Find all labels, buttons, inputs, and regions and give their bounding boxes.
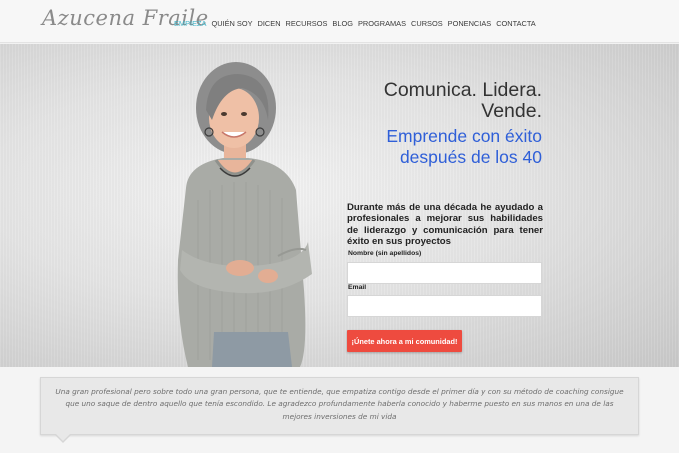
name-input[interactable] [347,262,542,284]
nav-item-cursos[interactable]: CURSOS [411,19,443,28]
nav-item-empieza[interactable]: EMPIEZA [174,19,206,28]
portrait-photo [177,62,312,367]
name-label: Nombre (sin apellidos) [348,250,422,257]
hero-section: Comunica. Lidera. Vende. Emprende con éx… [0,44,679,367]
nav-item-recursos[interactable]: RECURSOS [286,19,328,28]
nav-item-blog[interactable]: BLOG [332,19,353,28]
nav-item-programas[interactable]: PROGRAMAS [358,19,406,28]
site-header: Azucena Fraile EMPIEZA QUIÉN SOY DICEN R… [0,0,679,43]
testimonial-section: Una gran profesional pero sobre todo una… [0,367,679,453]
testimonial-box: Una gran profesional pero sobre todo una… [40,377,639,435]
headline-line-1: Comunica. Lidera. [383,79,542,101]
hero-background [0,44,679,367]
nav-item-ponencias[interactable]: PONENCIAS [448,19,492,28]
testimonial-quote: Una gran profesional pero sobre todo una… [55,387,624,421]
subhead-line-1: Emprende con éxito [386,126,542,146]
subhead-line-2: después de los 40 [399,147,542,167]
main-nav: EMPIEZA QUIÉN SOY DICEN RECURSOS BLOG PR… [174,19,536,28]
nav-item-contacta[interactable]: CONTACTA [496,19,536,28]
testimonial-pointer-fill [56,434,70,441]
headline-line-2: Vende. [481,100,542,122]
email-label: Email [348,284,367,291]
email-input[interactable] [347,295,542,317]
hero-headline: Comunica. Lidera. Vende. [384,80,542,122]
join-community-button[interactable]: ¡Únete ahora a mi comunidad! [347,330,462,352]
hero-subheadline: Emprende con éxito después de los 40 [386,126,542,168]
intro-text: Durante más de una década he ayudado a p… [347,202,543,248]
nav-item-quien-soy[interactable]: QUIÉN SOY [211,19,252,28]
nav-item-dicen[interactable]: DICEN [258,19,281,28]
